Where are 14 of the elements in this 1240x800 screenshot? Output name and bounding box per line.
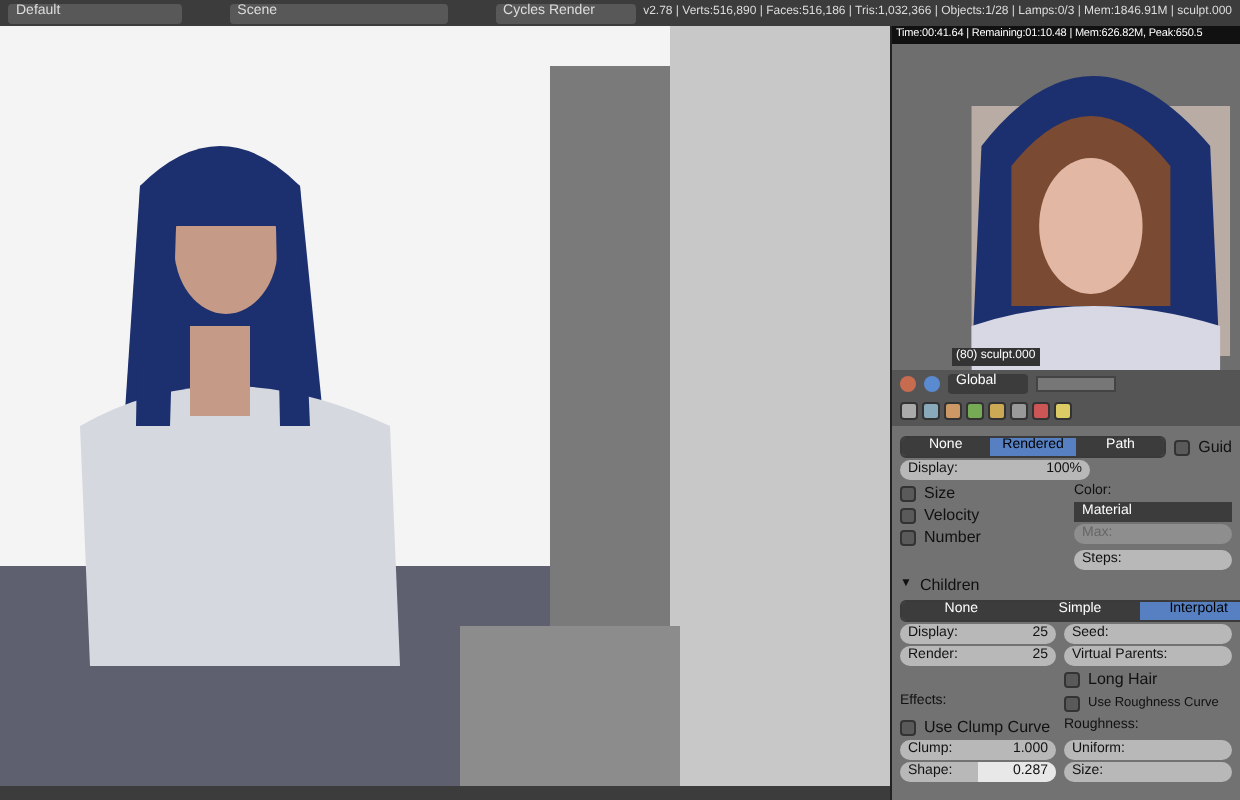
section-title: Children bbox=[919, 573, 980, 597]
checkbox-label: Size bbox=[924, 481, 956, 505]
checkbox[interactable] bbox=[1064, 695, 1080, 711]
checkbox-label: Use Clump Curve bbox=[924, 715, 1051, 739]
checkbox[interactable] bbox=[1174, 439, 1191, 455]
checkbox[interactable] bbox=[900, 719, 916, 735]
checkbox[interactable] bbox=[900, 529, 916, 545]
checkbox-label: Number bbox=[924, 525, 981, 549]
checkbox[interactable] bbox=[900, 485, 916, 501]
checkbox-label: Long Hair bbox=[1088, 667, 1158, 691]
checkbox[interactable] bbox=[900, 507, 916, 523]
checkbox-label: Guid bbox=[1198, 435, 1232, 459]
checkbox[interactable] bbox=[1064, 671, 1080, 687]
checkbox-label: Velocity bbox=[924, 503, 980, 527]
